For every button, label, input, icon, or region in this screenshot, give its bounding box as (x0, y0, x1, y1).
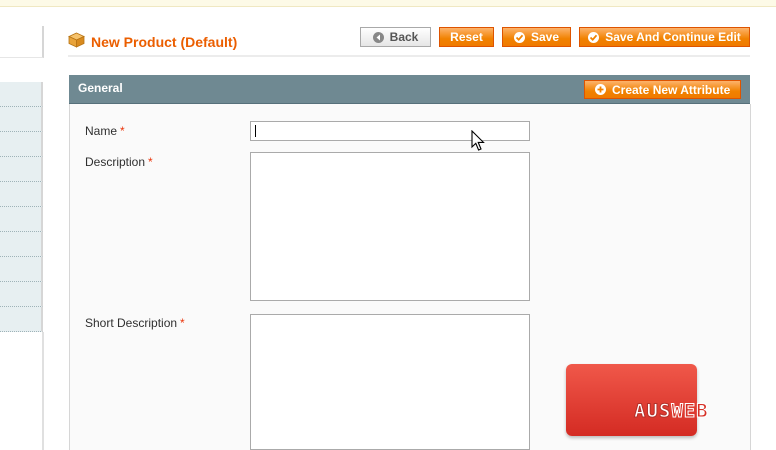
text-caret (255, 125, 256, 137)
create-new-attribute-button[interactable]: Create New Attribute (584, 80, 742, 99)
name-input[interactable] (250, 121, 530, 141)
back-arrow-icon (372, 31, 384, 43)
section-title: General (78, 81, 123, 95)
save-button[interactable]: Save (502, 27, 571, 47)
title-divider (68, 55, 750, 57)
mouse-pointer-icon (471, 129, 485, 155)
save-and-continue-button[interactable]: Save And Continue Edit (579, 27, 750, 47)
description-label-text: Description (85, 155, 146, 169)
sidebar-tab[interactable] (0, 157, 43, 182)
checkmark-icon (513, 31, 525, 43)
short-description-textarea[interactable] (250, 314, 530, 450)
required-marker: * (148, 155, 153, 169)
page-title: New Product (Default) (68, 32, 237, 51)
plus-icon (595, 84, 606, 95)
logo-text-web: WEB (671, 400, 709, 423)
save-and-continue-button-label: Save And Continue Edit (605, 30, 741, 44)
ausweb-logo: AUSWEB (633, 400, 709, 423)
top-notification-strip (0, 0, 776, 7)
back-button[interactable]: Back (360, 27, 431, 47)
sidebar-tab[interactable] (0, 132, 43, 157)
sidebar-tab[interactable] (0, 232, 43, 257)
sidebar-tab[interactable] (0, 82, 43, 107)
back-button-label: Back (389, 30, 419, 44)
section-header: General Create New Attribute (69, 75, 750, 104)
sidebar-tab[interactable] (0, 307, 43, 332)
sidebar-tab[interactable] (0, 257, 43, 282)
sidebar-top-panel (0, 26, 44, 58)
required-marker: * (120, 124, 125, 138)
create-new-attribute-label: Create New Attribute (612, 82, 731, 97)
sidebar-tab[interactable] (0, 207, 43, 232)
description-textarea[interactable] (250, 152, 530, 301)
sidebar-tab[interactable] (0, 282, 43, 307)
product-info-tabs (0, 82, 43, 332)
sidebar-divider (42, 332, 44, 450)
sidebar-tab[interactable] (0, 182, 43, 207)
description-label: Description * (85, 155, 153, 169)
checkmark-icon (588, 31, 600, 43)
reset-button[interactable]: Reset (439, 27, 494, 47)
name-label: Name * (85, 124, 125, 138)
required-marker: * (180, 316, 185, 330)
save-button-label: Save (530, 30, 560, 44)
product-box-icon (68, 32, 85, 51)
sidebar-tab[interactable] (0, 107, 43, 132)
short-description-label: Short Description * (85, 316, 185, 330)
name-label-text: Name (85, 124, 118, 138)
logo-text-aus: AUS (633, 400, 672, 423)
short-description-label-text: Short Description (85, 316, 178, 330)
page-title-text: New Product (Default) (91, 33, 238, 50)
reset-button-label: Reset (450, 30, 483, 44)
